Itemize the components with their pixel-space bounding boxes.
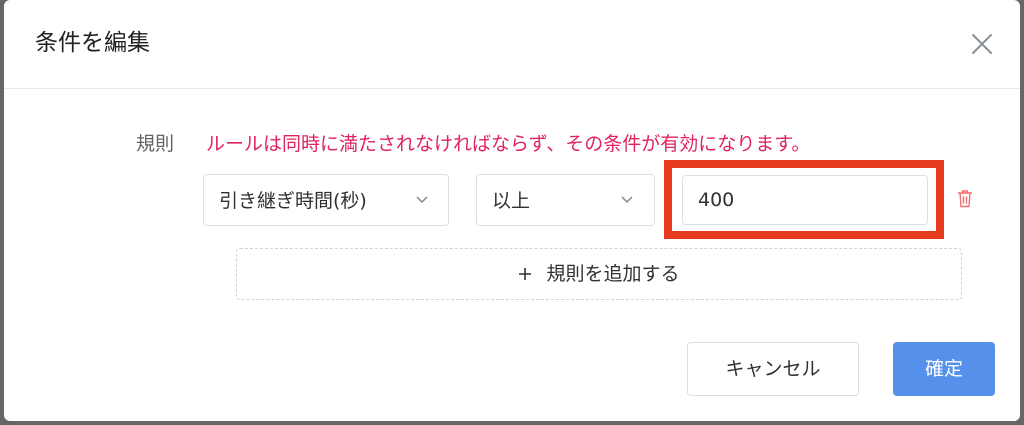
cancel-button[interactable]: キャンセル — [687, 342, 859, 396]
chevron-down-icon — [621, 196, 633, 204]
confirm-button[interactable]: 確定 — [893, 342, 995, 396]
dialog-title: 条件を編集 — [35, 30, 150, 56]
close-icon[interactable] — [969, 31, 995, 57]
operator-select-value: 以上 — [492, 190, 531, 212]
chevron-down-icon — [416, 196, 428, 204]
dialog-header: 条件を編集 — [4, 0, 1020, 89]
trash-icon[interactable] — [957, 189, 973, 208]
field-select[interactable]: 引き継ぎ時間(秒) — [203, 174, 449, 226]
operator-select[interactable]: 以上 — [476, 174, 655, 226]
edit-condition-dialog: 条件を編集 規則 ルールは同時に満たされなければならず、その条件が有効になります… — [4, 0, 1020, 421]
rule-label: 規則 — [136, 133, 175, 155]
field-select-value: 引き継ぎ時間(秒) — [219, 190, 367, 212]
add-rule-content: 規則を追加する — [237, 261, 961, 287]
rule-note: ルールは同時に満たされなければならず、その条件が有効になります。 — [206, 133, 811, 155]
plus-icon — [519, 268, 532, 280]
highlight-box — [664, 160, 944, 239]
add-rule-label: 規則を追加する — [546, 263, 680, 285]
add-rule-button[interactable]: 規則を追加する — [236, 248, 962, 300]
